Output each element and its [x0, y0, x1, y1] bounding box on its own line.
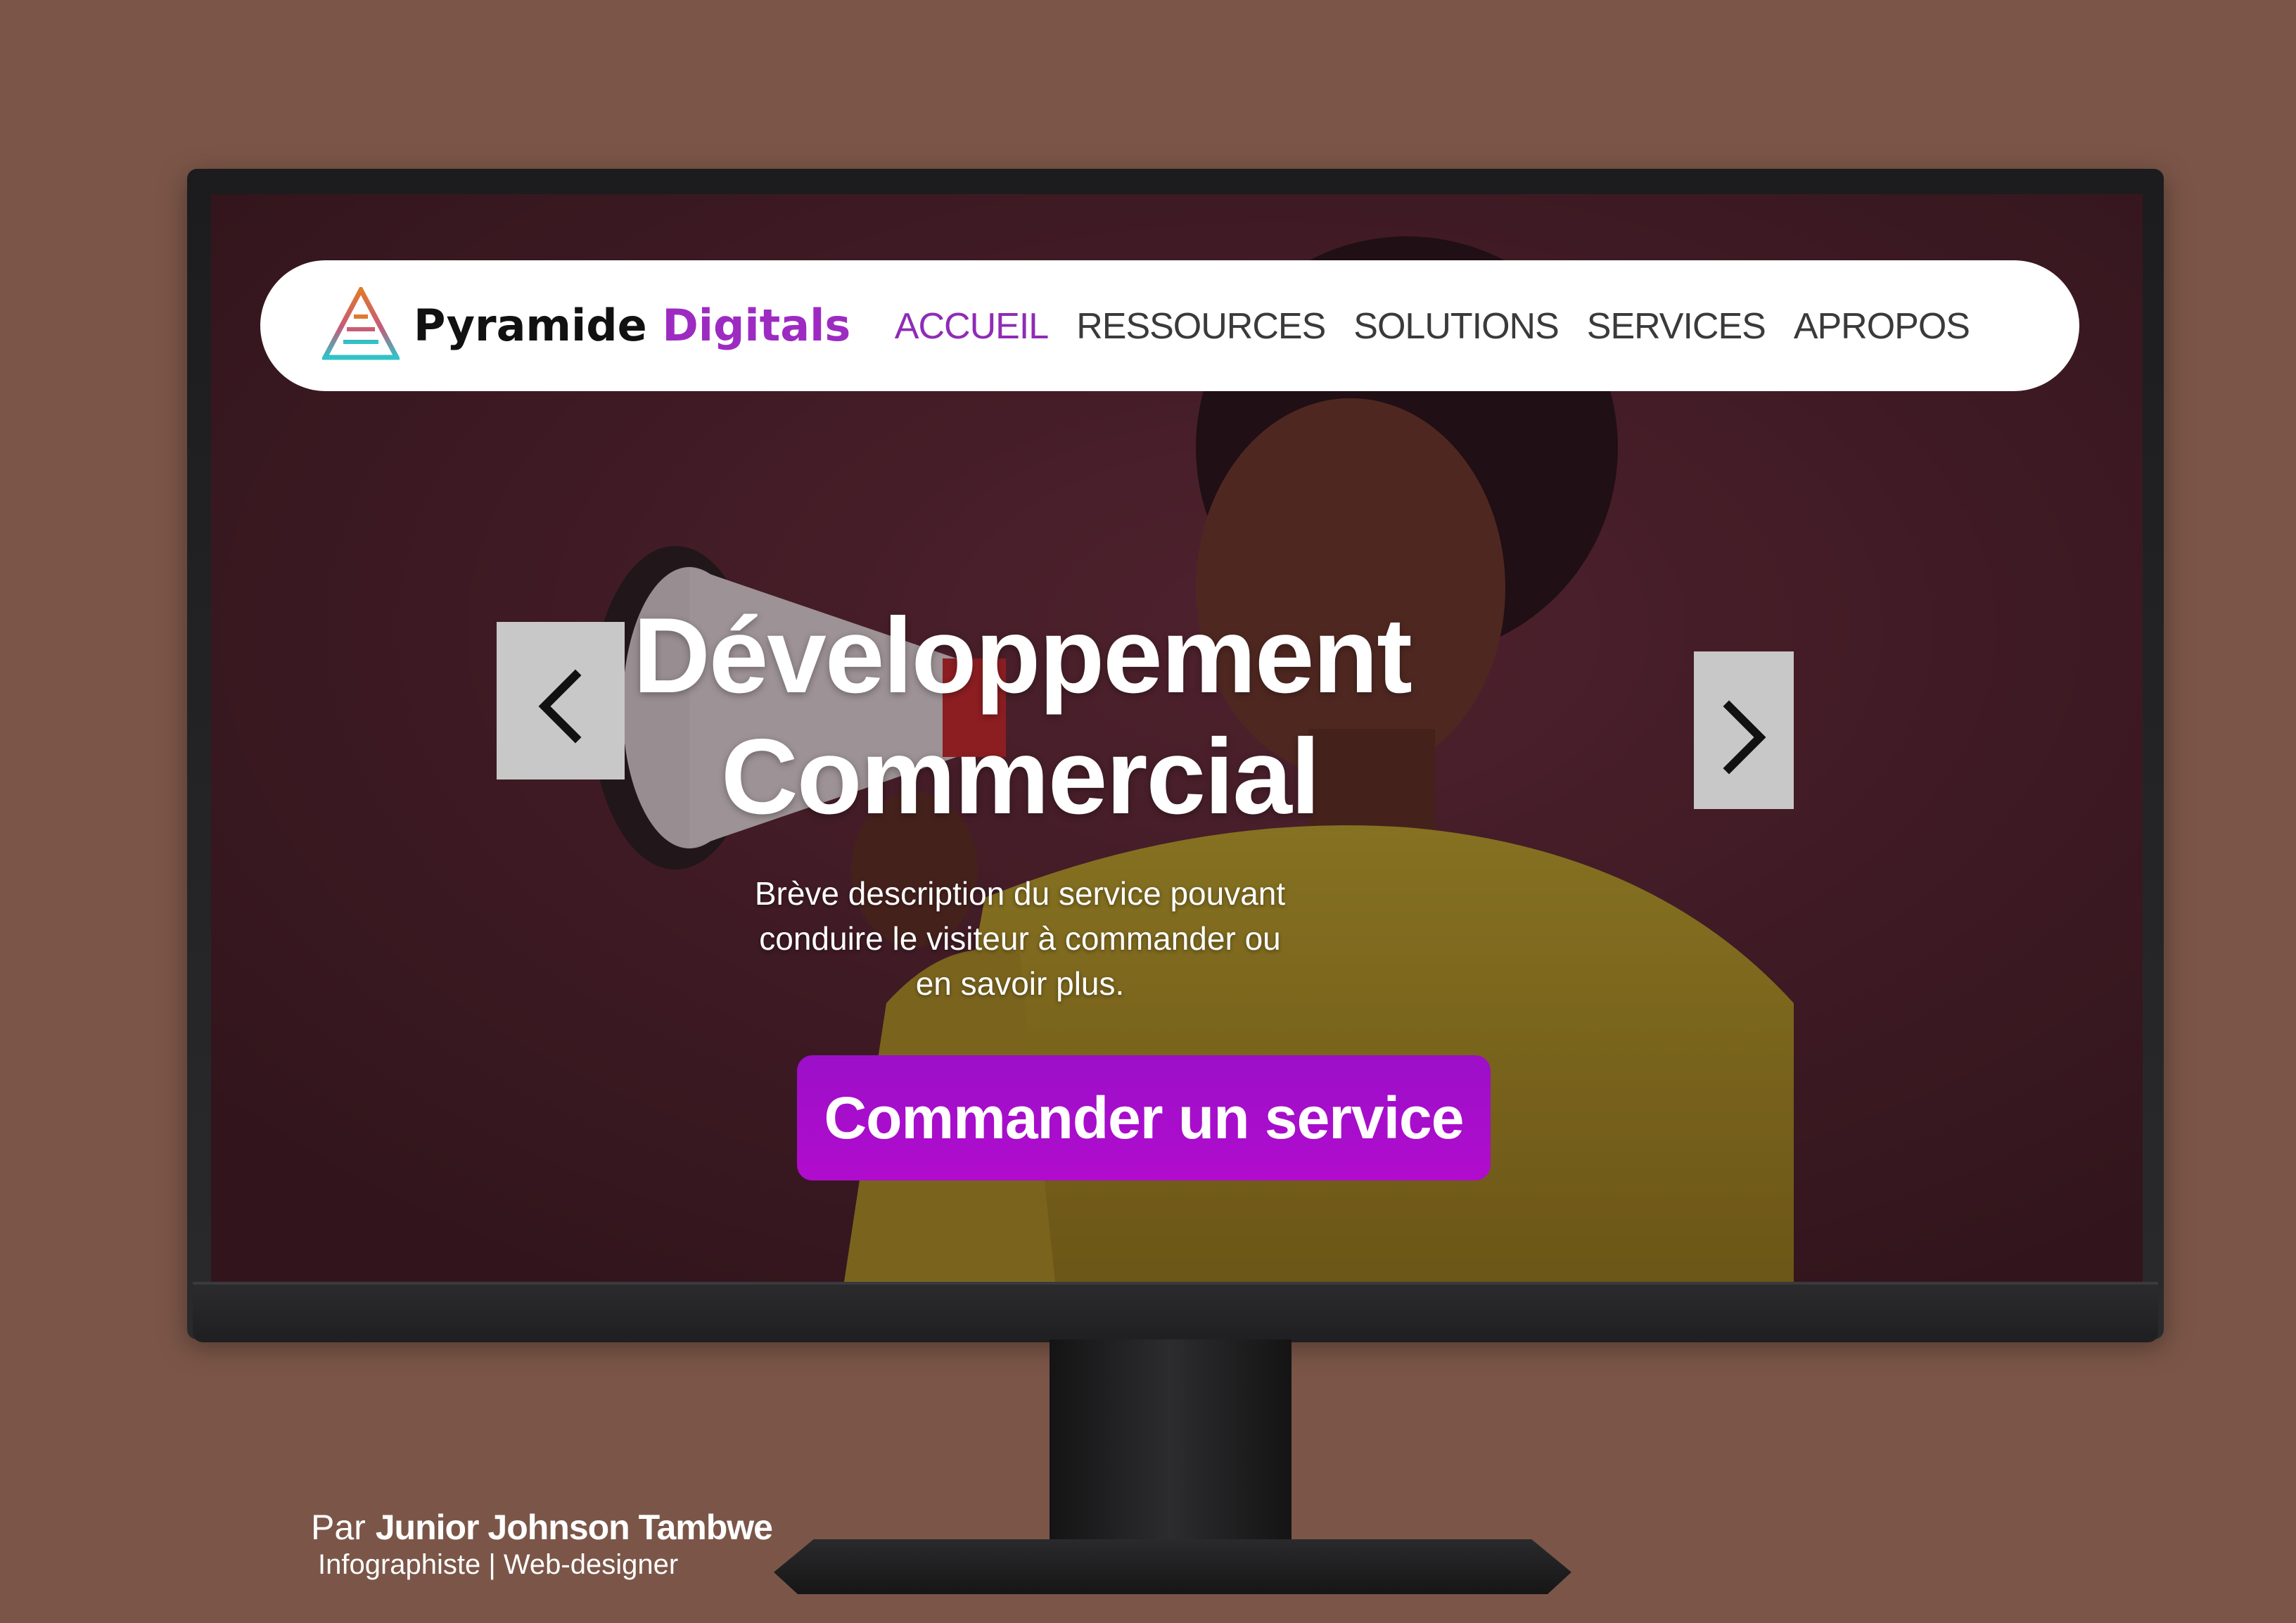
brand-part1: Pyramide	[414, 300, 647, 351]
nav-item-ressources[interactable]: RESSOURCES	[1076, 305, 1326, 348]
author-role: Infographiste | Web-designer	[318, 1549, 679, 1580]
hero-title-line1: Développement	[633, 596, 1412, 715]
nav-item-solutions[interactable]: SOLUTIONS	[1353, 305, 1559, 348]
chevron-left-icon	[538, 669, 582, 744]
pyramid-logo-icon	[322, 287, 400, 360]
hero-title: Développement Commercial	[633, 595, 1412, 837]
carousel-next-button[interactable]	[1694, 651, 1794, 809]
author-credit: Par Junior Johnson Tambwe	[311, 1507, 773, 1548]
hero-description: Brève description du service pouvant con…	[754, 875, 1286, 1002]
nav-item-apropos[interactable]: APROPOS	[1794, 305, 1970, 348]
monitor-stand-base	[774, 1539, 1571, 1594]
monitor-chin	[193, 1282, 2158, 1342]
brand-name[interactable]: Pyramide Digitals	[414, 294, 850, 357]
order-service-button[interactable]: Commander un service	[797, 1055, 1491, 1180]
top-navbar: Pyramide Digitals ACCUEIL RESSOURCES SOL…	[260, 260, 2079, 391]
hero-title-line2: Commercial	[720, 717, 1320, 836]
website-screen: Pyramide Digitals ACCUEIL RESSOURCES SOL…	[211, 194, 2143, 1282]
brand-part2: Digitals	[662, 300, 851, 351]
monitor-stand-neck	[1050, 1339, 1292, 1551]
nav-item-accueil[interactable]: ACCUEIL	[895, 305, 1049, 348]
nav-menu: ACCUEIL RESSOURCES SOLUTIONS SERVICES AP…	[895, 300, 1970, 353]
carousel-prev-button[interactable]	[497, 622, 625, 779]
nav-item-services[interactable]: SERVICES	[1587, 305, 1766, 348]
credit-prefix: Par	[311, 1508, 366, 1547]
author-name: Junior Johnson Tambwe	[375, 1508, 773, 1547]
chevron-right-icon	[1723, 700, 1766, 775]
